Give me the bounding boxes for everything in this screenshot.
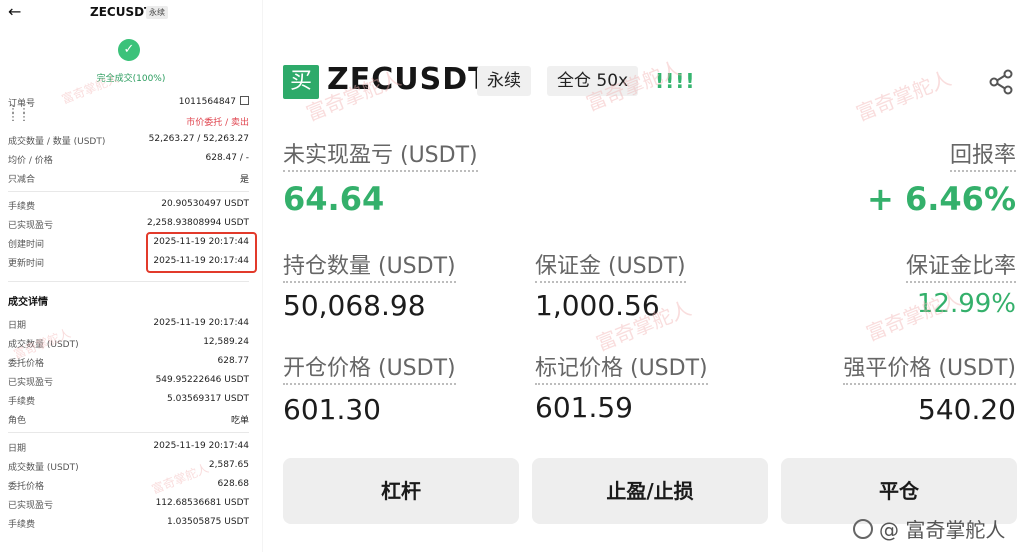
fill-qty-label: 成交数量 (USDT) xyxy=(8,463,79,473)
footer-watermark-text: @ 富奇掌舵人 xyxy=(879,518,1006,542)
roi-label: 回报率 xyxy=(949,137,1016,172)
perpetual-tag: 永续 xyxy=(146,6,168,19)
entry-price-value: 601.30 xyxy=(283,393,381,426)
fill-date-value: 2025-11-19 20:17:44 xyxy=(153,318,249,328)
fee-value: 20.90530497 USDT xyxy=(161,199,249,209)
order-detail-header: ← ZECUSDT 永续 xyxy=(0,0,262,26)
updated-time-label: 更新时间 xyxy=(8,259,45,269)
fill-role-label: 角色 xyxy=(8,416,27,426)
fill-details-title: 成交详情 xyxy=(8,297,48,308)
fill2-fee-row: 手续费 1.03505875 USDT xyxy=(8,517,249,531)
order-type-row: 市价委托 / 卖出 xyxy=(8,115,249,129)
fee-label: 手续费 xyxy=(8,202,36,212)
fill2-pnl-row: 已实现盈亏 112.68536681 USDT xyxy=(8,498,249,512)
position-size-value: 50,068.98 xyxy=(283,289,426,322)
mark-price-label: 标记价格 (USDT) xyxy=(535,350,708,385)
fill-qty-label: 成交数量 (USDT) xyxy=(8,340,79,350)
order-id-value: 1011564847 xyxy=(178,97,236,107)
order-type-value: 市价委托 / 卖出 xyxy=(186,118,249,128)
logo-icon xyxy=(853,519,873,539)
fill-qty-value: 2,587.65 xyxy=(208,460,249,470)
fill-price-label: 委托价格 xyxy=(8,482,45,492)
fill-qty-value: 12,589.24 xyxy=(203,337,249,347)
fill2-qty-row: 成交数量 (USDT) 2,587.65 xyxy=(8,460,249,474)
realized-pnl-row: 已实现盈亏 2,258.93808994 USDT xyxy=(8,218,249,232)
margin-label: 保证金 (USDT) xyxy=(535,248,686,283)
fill-status: 完全成交(100%) xyxy=(96,74,166,84)
leverage-button[interactable]: 杠杆 xyxy=(283,458,519,524)
copy-icon[interactable] xyxy=(240,96,249,105)
liquidation-price-label: 强平价格 (USDT) xyxy=(843,350,1016,385)
divider xyxy=(8,281,249,282)
fill-role-value: 吃单 xyxy=(230,416,249,426)
time-highlight-box xyxy=(146,232,257,273)
filled-qty-row: 成交数量 / 数量 (USDT) 52,263.27 / 52,263.27 xyxy=(8,134,249,148)
realized-pnl-label: 已实现盈亏 xyxy=(8,221,54,231)
unrealized-pnl-label: 未实现盈亏 (USDT) xyxy=(283,137,478,172)
filled-qty-value: 52,263.27 / 52,263.27 xyxy=(148,134,249,144)
back-arrow-icon[interactable]: ← xyxy=(8,2,21,22)
fill1-fee-row: 手续费 5.03569317 USDT xyxy=(8,394,249,408)
fill-date-value: 2025-11-19 20:17:44 xyxy=(153,441,249,451)
order-detail-title: ZECUSDT xyxy=(90,5,153,19)
reduce-only-value: 是 xyxy=(239,175,249,185)
fill1-date-row: 日期 2025-11-19 20:17:44 xyxy=(8,318,249,332)
margin-ratio-value: 12.99% xyxy=(916,289,1016,319)
fill1-role-row: 角色 吃单 xyxy=(8,413,249,427)
fee-row: 手续费 20.90530497 USDT xyxy=(8,199,249,213)
created-time-label: 创建时间 xyxy=(8,240,45,250)
fill-pnl-value: 549.95222646 USDT xyxy=(155,375,249,385)
roi-value: + 6.46% xyxy=(867,180,1016,218)
fill-fee-label: 手续费 xyxy=(8,397,36,407)
liquidation-price-value: 540.20 xyxy=(918,393,1016,426)
position-card: 买 ZECUSDT 永续 全仓 50x !!!! 未实现盈亏 (USDT) 64… xyxy=(263,0,1036,552)
fill1-price-row: 委托价格 628.77 xyxy=(8,356,249,370)
fill-price-value: 628.77 xyxy=(217,356,250,366)
check-icon: ✓ xyxy=(118,39,140,61)
share-icon[interactable] xyxy=(987,68,1015,96)
position-size-label: 持仓数量 (USDT) xyxy=(283,248,456,283)
unrealized-pnl-value: 64.64 xyxy=(283,180,385,218)
pair-name[interactable]: ZECUSDT xyxy=(327,62,490,97)
order-id-label: 订单号 xyxy=(8,99,36,109)
fill-price-value: 628.68 xyxy=(217,479,250,489)
avg-price-row: 均价 / 价格 628.47 / - xyxy=(8,153,249,167)
watermark: 富奇掌舵人 xyxy=(852,66,955,126)
fill-fee-value: 1.03505875 USDT xyxy=(167,517,249,527)
tp-sl-button[interactable]: 止盈/止损 xyxy=(532,458,768,524)
divider xyxy=(8,432,249,433)
fill-pnl-label: 已实现盈亏 xyxy=(8,378,54,388)
margin-ratio-label: 保证金比率 xyxy=(905,248,1016,283)
fill2-price-row: 委托价格 628.68 xyxy=(8,479,249,493)
footer-watermark: @ 富奇掌舵人 xyxy=(853,514,1005,543)
adl-indicator-icon: !!!! xyxy=(655,69,696,93)
reduce-only-row: 只减合 是 xyxy=(8,172,249,186)
order-detail-panel: ← ZECUSDT 永续 ✓ 完全成交(100%) ⋮⋮ ⋮⋮ 订单号 10115… xyxy=(0,0,262,552)
realized-pnl-value: 2,258.93808994 USDT xyxy=(146,218,249,228)
fill-fee-label: 手续费 xyxy=(8,520,36,530)
fill-pnl-value: 112.68536681 USDT xyxy=(155,498,249,508)
fill-fee-value: 5.03569317 USDT xyxy=(167,394,249,404)
mark-price-value: 601.59 xyxy=(535,391,633,424)
fill2-date-row: 日期 2025-11-19 20:17:44 xyxy=(8,441,249,455)
fill-pnl-label: 已实现盈亏 xyxy=(8,501,54,511)
filled-qty-label: 成交数量 / 数量 (USDT) xyxy=(8,137,106,147)
fill1-pnl-row: 已实现盈亏 549.95222646 USDT xyxy=(8,375,249,389)
margin-mode-tag[interactable]: 全仓 50x xyxy=(547,66,639,96)
fill-date-label: 日期 xyxy=(8,444,27,454)
perpetual-tag: 永续 xyxy=(477,66,531,96)
fill-price-label: 委托价格 xyxy=(8,359,45,369)
divider xyxy=(8,191,249,192)
fill-date-label: 日期 xyxy=(8,321,27,331)
avg-price-value: 628.47 / - xyxy=(205,153,250,163)
order-id-row: 订单号 1011564847 xyxy=(8,96,249,110)
fill1-qty-row: 成交数量 (USDT) 12,589.24 xyxy=(8,337,249,351)
reduce-only-label: 只减合 xyxy=(8,175,36,185)
buy-badge: 买 xyxy=(283,65,319,99)
margin-value: 1,000.56 xyxy=(535,289,660,322)
avg-price-label: 均价 / 价格 xyxy=(8,156,53,166)
entry-price-label: 开仓价格 (USDT) xyxy=(283,350,456,385)
